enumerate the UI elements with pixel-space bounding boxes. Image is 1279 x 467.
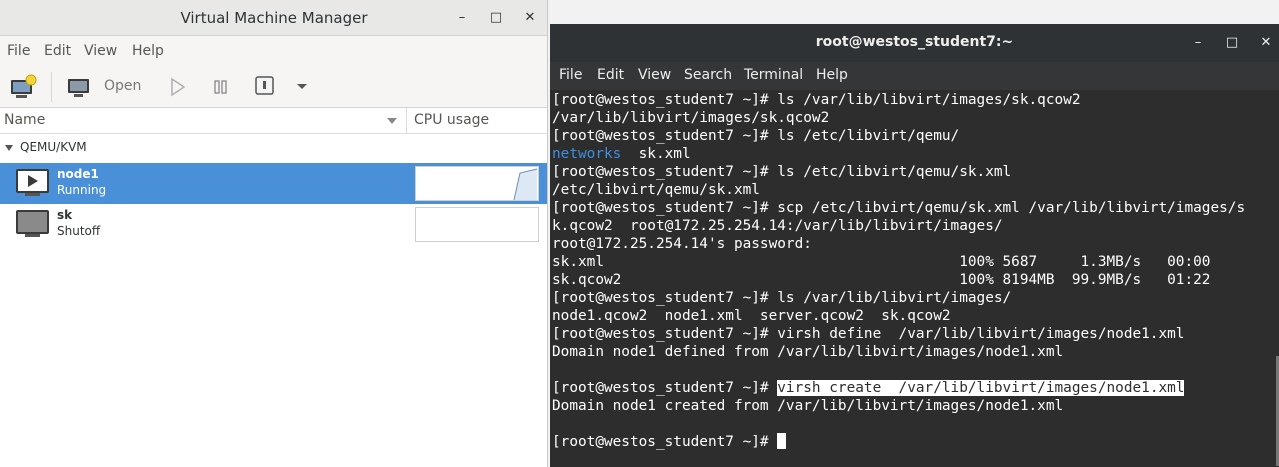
column-name[interactable]: Name bbox=[4, 112, 45, 128]
menu-view[interactable]: View bbox=[84, 43, 117, 59]
toolbar-separator bbox=[51, 72, 52, 102]
close-icon[interactable]: ✕ bbox=[1256, 33, 1276, 53]
selected-command[interactable]: virsh create /var/lib/libvirt/images/nod… bbox=[777, 380, 1185, 396]
run-button[interactable] bbox=[168, 76, 188, 98]
vm-row-sk[interactable]: sk Shutoff bbox=[0, 204, 547, 245]
minimize-icon[interactable]: – bbox=[1188, 33, 1208, 53]
prompt: [root@westos_student7 ~]# bbox=[552, 380, 778, 396]
terminal-line: root@172.25.254.14's password: bbox=[552, 236, 812, 252]
vmm-menubar: File Edit View Help bbox=[0, 36, 547, 66]
terminal-titlebar[interactable]: root@westos_student7:~ – □ ✕ bbox=[550, 24, 1279, 62]
menu-help[interactable]: Help bbox=[132, 43, 164, 59]
open-button[interactable]: Open bbox=[66, 74, 146, 100]
vm-status: Shutoff bbox=[57, 224, 101, 238]
terminal-line: Domain node1 defined from /var/lib/libvi… bbox=[552, 344, 1064, 360]
cpu-usage-graph bbox=[415, 166, 539, 201]
vm-row-node1[interactable]: node1 Running bbox=[0, 163, 547, 204]
terminal-window: root@westos_student7:~ – □ ✕ File Edit V… bbox=[550, 24, 1279, 467]
terminal-line: networks sk.xml bbox=[552, 145, 691, 163]
vm-list-header: Name CPU usage bbox=[0, 108, 547, 134]
vmm-window: Virtual Machine Manager – □ ✕ File Edit … bbox=[0, 0, 548, 467]
connection-row[interactable]: QEMU/KVM bbox=[0, 134, 547, 162]
close-icon[interactable]: ✕ bbox=[520, 8, 540, 28]
menu-file[interactable]: File bbox=[7, 43, 30, 59]
shutdown-menu-button[interactable] bbox=[294, 78, 310, 94]
vm-status: Running bbox=[57, 183, 107, 197]
menu-view[interactable]: View bbox=[638, 67, 671, 83]
new-vm-icon bbox=[11, 74, 37, 98]
menu-terminal[interactable]: Terminal bbox=[744, 67, 803, 83]
directory-entry: networks bbox=[552, 146, 622, 162]
new-vm-button[interactable] bbox=[10, 74, 38, 100]
column-cpu-usage[interactable]: CPU usage bbox=[414, 112, 489, 128]
menu-file[interactable]: File bbox=[559, 67, 582, 83]
vm-name: sk bbox=[57, 208, 73, 222]
vm-running-icon bbox=[16, 169, 49, 196]
vmm-titlebar[interactable]: Virtual Machine Manager – □ ✕ bbox=[0, 0, 547, 36]
file-entry: sk.xml bbox=[621, 146, 691, 162]
cpu-sparkline bbox=[513, 168, 538, 200]
play-icon bbox=[171, 77, 186, 97]
menu-search[interactable]: Search bbox=[684, 67, 732, 83]
maximize-icon[interactable]: □ bbox=[486, 8, 506, 28]
sort-dropdown-icon[interactable] bbox=[386, 116, 398, 126]
menu-edit[interactable]: Edit bbox=[44, 43, 71, 59]
terminal-line: [root@westos_student7 ~]# virsh create /… bbox=[552, 379, 1185, 397]
terminal-line: [root@westos_student7 ~]# virsh define /… bbox=[552, 326, 1185, 342]
connection-label: QEMU/KVM bbox=[20, 140, 87, 154]
text-cursor bbox=[777, 433, 787, 449]
menu-help[interactable]: Help bbox=[816, 67, 848, 83]
vm-name: node1 bbox=[57, 167, 99, 181]
terminal-line: /etc/libvirt/qemu/sk.xml bbox=[552, 182, 760, 198]
shutdown-icon bbox=[255, 76, 274, 95]
menu-edit[interactable]: Edit bbox=[597, 67, 624, 83]
maximize-icon[interactable]: □ bbox=[1222, 33, 1242, 53]
terminal-line: Domain node1 created from /var/lib/libvi… bbox=[552, 398, 1064, 414]
cpu-usage-graph bbox=[415, 207, 539, 242]
terminal-line: [root@westos_student7 ~]# bbox=[552, 433, 787, 451]
prompt: [root@westos_student7 ~]# bbox=[552, 434, 778, 450]
expander-down-icon[interactable] bbox=[4, 143, 14, 153]
terminal-line: sk.xml 100% 5687 1.3MB/s 00:00 bbox=[552, 254, 1211, 270]
terminal-line: [root@westos_student7 ~]# scp /etc/libvi… bbox=[552, 200, 1246, 216]
terminal-line: [root@westos_student7 ~]# ls /var/lib/li… bbox=[552, 92, 1081, 108]
terminal-line: k.qcow2 root@172.25.254.14:/var/lib/libv… bbox=[552, 218, 1003, 234]
chevron-down-icon bbox=[297, 84, 307, 89]
pause-icon bbox=[214, 80, 227, 94]
minimize-icon[interactable]: – bbox=[452, 8, 472, 28]
terminal-line: /var/lib/libvirt/images/sk.qcow2 bbox=[552, 110, 830, 126]
column-divider bbox=[406, 108, 407, 134]
terminal-line: [root@westos_student7 ~]# ls /var/lib/li… bbox=[552, 290, 1012, 306]
terminal-title: root@westos_student7:~ bbox=[815, 34, 1014, 50]
vm-shutoff-icon bbox=[16, 210, 49, 237]
monitor-icon bbox=[68, 79, 89, 97]
terminal-line: [root@westos_student7 ~]# ls /etc/libvir… bbox=[552, 164, 1012, 180]
vmm-toolbar: Open bbox=[0, 66, 547, 108]
terminal-line: [root@westos_student7 ~]# ls /etc/libvir… bbox=[552, 128, 960, 144]
terminal-output[interactable]: [root@westos_student7 ~]# ls /var/lib/li… bbox=[550, 90, 1279, 467]
shutdown-button[interactable] bbox=[254, 75, 276, 97]
pause-button[interactable] bbox=[211, 76, 231, 98]
terminal-line: node1.qcow2 node1.xml server.qcow2 sk.qc… bbox=[552, 308, 951, 324]
terminal-menubar: File Edit View Search Terminal Help bbox=[550, 62, 1279, 90]
terminal-line: sk.qcow2 100% 8194MB 99.9MB/s 01:22 bbox=[552, 272, 1211, 288]
open-label: Open bbox=[104, 78, 142, 94]
